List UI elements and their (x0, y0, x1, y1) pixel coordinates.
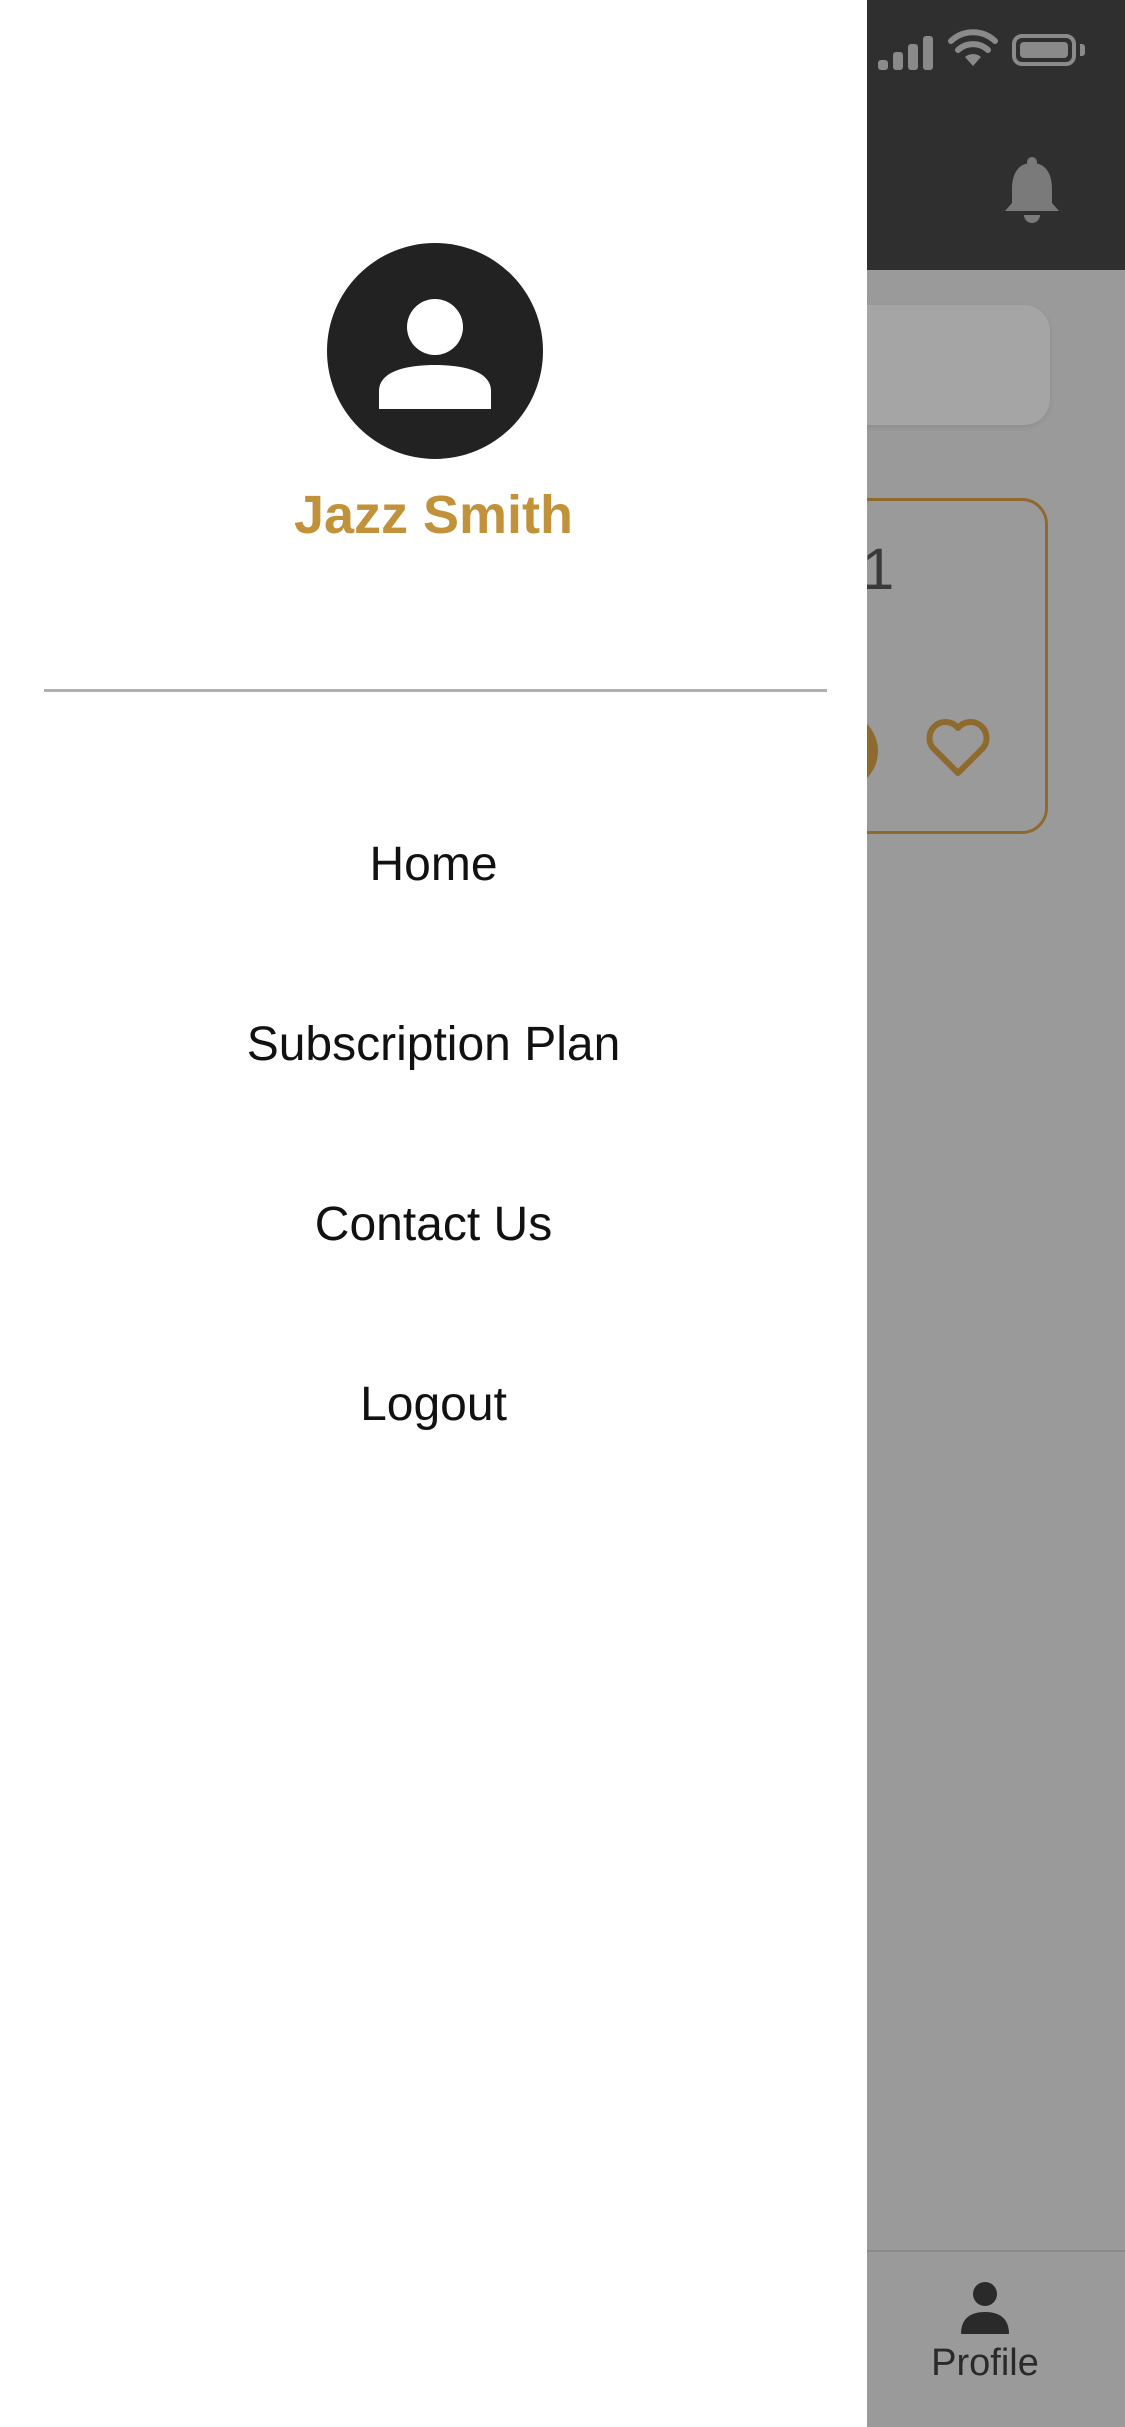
wifi-icon (948, 29, 998, 66)
menu-item-home[interactable]: Home (0, 810, 867, 920)
battery-icon (1012, 34, 1076, 66)
menu-item-contact-us[interactable]: Contact Us (0, 1170, 867, 1280)
tab-profile[interactable]: Profile (905, 2280, 1065, 2410)
user-avatar-icon (379, 299, 491, 409)
user-name: Jazz Smith (293, 485, 574, 545)
side-drawer: Jazz Smith Home Subscription Plan Contac… (0, 0, 867, 2427)
menu-item-subscription-plan[interactable]: Subscription Plan (0, 990, 867, 1100)
signal-bar (923, 36, 933, 70)
heart-icon[interactable] (925, 718, 991, 778)
tab-profile-label: Profile (931, 2342, 1039, 2384)
divider (44, 689, 827, 692)
screen: 1 Profile Jazz Smith Home Subscription P… (0, 0, 1125, 2427)
signal-bar (878, 60, 888, 70)
signal-bar (908, 44, 918, 70)
battery-level (1020, 42, 1068, 58)
person-icon (961, 2282, 1009, 2334)
user-avatar[interactable] (327, 243, 543, 459)
battery-tip (1080, 44, 1085, 56)
signal-bar (893, 52, 903, 70)
menu-item-logout[interactable]: Logout (0, 1350, 867, 1460)
bell-icon[interactable] (1002, 155, 1062, 227)
